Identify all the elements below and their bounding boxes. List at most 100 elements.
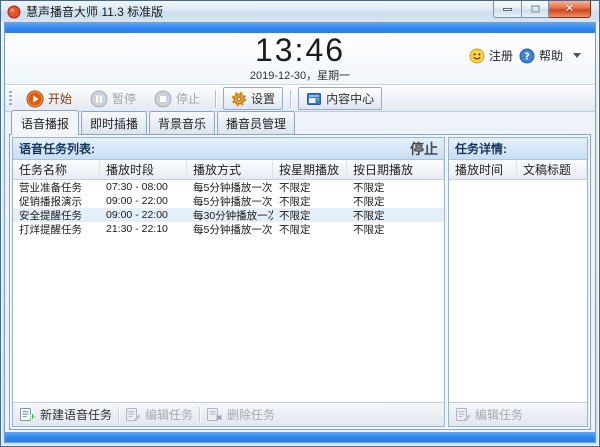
detail-edit-task-icon [455, 407, 471, 423]
playback-status: 停止 [410, 139, 438, 159]
cell-play-period: 21:30 - 22:10 [100, 223, 187, 235]
stop-icon [154, 90, 172, 108]
main-toolbar: 开始 暂停 停止 [5, 85, 595, 112]
help-label: 帮助 [539, 47, 563, 64]
chevron-down-icon[interactable] [573, 53, 581, 58]
new-voice-task-label: 新建语音任务 [40, 406, 112, 423]
detail-table-header: 播放时间 文稿标题 [449, 160, 587, 180]
app-window: 慧声播音大师 11.3 标准版 ✕ 13:46 2019-12-30，星期一 [0, 0, 600, 447]
actions-separator-2 [199, 407, 200, 422]
column-header-play-time[interactable]: 播放时间 [449, 160, 517, 179]
close-icon: ✕ [565, 4, 574, 15]
pause-icon [90, 90, 108, 108]
tab-label: 即时插播 [90, 117, 138, 131]
column-header-by-week[interactable]: 按星期播放 [273, 160, 347, 179]
svg-text:?: ? [524, 51, 530, 62]
bottom-accent-bar [5, 432, 595, 442]
cell-by-date: 不限定 [347, 208, 444, 223]
task-list-title: 语音任务列表: [19, 140, 95, 157]
delete-task-button[interactable]: 删除任务 [206, 406, 275, 423]
tab-content: 语音任务列表: 停止 任务名称 播放时段 播放方式 按星期播放 按日期播放 营业… [9, 134, 591, 430]
tab-background-music[interactable]: 背景音乐 [149, 111, 215, 134]
register-button[interactable]: 注册 [469, 47, 513, 64]
window-controls: ✕ [493, 1, 591, 18]
window-body: 13:46 2019-12-30，星期一 注册 [4, 22, 596, 443]
table-row[interactable]: 打烊提醒任务 21:30 - 22:10 每5分钟播放一次 不限定 不限定 [13, 222, 444, 236]
titlebar[interactable]: 慧声播音大师 11.3 标准版 ✕ [1, 1, 599, 22]
cell-by-date: 不限定 [347, 194, 444, 209]
task-detail-panel: 任务详情: 播放时间 文稿标题 [448, 137, 588, 427]
tab-label: 语音播报 [21, 117, 69, 131]
table-row[interactable]: 营业准备任务 07:30 - 08:00 每5分钟播放一次 不限定 不限定 [13, 180, 444, 194]
clock-time: 13:46 [255, 34, 345, 66]
tab-voice-broadcast[interactable]: 语音播报 [11, 110, 79, 135]
content-center-button[interactable]: 内容中心 [298, 87, 382, 110]
toolbar-gripper[interactable] [9, 91, 12, 107]
account-area: 注册 ? 帮助 [469, 47, 581, 64]
clock-date: 2019-12-30，星期一 [250, 67, 350, 83]
help-button[interactable]: ? 帮助 [519, 47, 563, 64]
minimize-icon [503, 8, 512, 11]
column-header-task-name[interactable]: 任务名称 [13, 160, 100, 179]
new-voice-task-button[interactable]: 新建语音任务 [19, 406, 112, 423]
maximize-icon [531, 5, 540, 13]
task-table-header: 任务名称 播放时段 播放方式 按星期播放 按日期播放 [13, 160, 444, 180]
tab-label: 背景音乐 [158, 117, 206, 131]
actions-separator [118, 407, 119, 422]
column-header-play-period[interactable]: 播放时段 [100, 160, 187, 179]
settings-button[interactable]: 设置 [223, 87, 283, 110]
detail-empty-area [449, 180, 587, 402]
edit-task-button[interactable]: 编辑任务 [125, 406, 193, 423]
question-icon: ? [519, 48, 535, 64]
cell-play-mode: 每5分钟播放一次 [187, 180, 273, 195]
tab-instant-insert[interactable]: 即时插播 [81, 111, 147, 134]
cell-task-name: 促销播报演示 [13, 194, 100, 209]
minimize-button[interactable] [493, 1, 522, 18]
content-center-label: 内容中心 [326, 90, 374, 107]
start-label: 开始 [48, 90, 72, 107]
clock-panel: 13:46 2019-12-30，星期一 注册 [5, 33, 595, 85]
task-list-empty-area [13, 236, 444, 402]
cell-task-name: 营业准备任务 [13, 180, 100, 195]
stop-button[interactable]: 停止 [146, 87, 208, 111]
cell-play-period: 09:00 - 22:00 [100, 209, 187, 221]
tab-announcer-management[interactable]: 播音员管理 [217, 111, 295, 134]
delete-task-label: 删除任务 [227, 406, 275, 423]
pause-button[interactable]: 暂停 [82, 87, 144, 111]
cell-play-period: 09:00 - 22:00 [100, 195, 187, 207]
table-row[interactable]: 安全提醒任务 09:00 - 22:00 每30分钟播放一次 不限定 不限定 [13, 208, 444, 222]
detail-edit-task-button[interactable]: 编辑任务 [455, 406, 523, 423]
tab-label: 播音员管理 [226, 117, 286, 131]
cell-play-mode: 每30分钟播放一次 [187, 208, 273, 223]
task-detail-actions: 编辑任务 [449, 402, 587, 426]
column-header-by-date[interactable]: 按日期播放 [347, 160, 444, 179]
task-detail-title: 任务详情: [455, 140, 507, 157]
gear-icon [231, 91, 247, 107]
task-list-actions: 新建语音任务 编辑任务 [13, 402, 444, 426]
settings-label: 设置 [251, 90, 275, 107]
cell-by-week: 不限定 [273, 194, 347, 209]
task-rows: 营业准备任务 07:30 - 08:00 每5分钟播放一次 不限定 不限定 促销… [13, 180, 444, 236]
close-button[interactable]: ✕ [549, 1, 591, 18]
stop-label: 停止 [176, 90, 200, 107]
play-icon [26, 90, 44, 108]
maximize-button[interactable] [522, 1, 549, 18]
toolbar-separator [215, 90, 216, 108]
column-header-script-title[interactable]: 文稿标题 [517, 160, 587, 179]
table-row[interactable]: 促销播报演示 09:00 - 22:00 每5分钟播放一次 不限定 不限定 [13, 194, 444, 208]
pause-label: 暂停 [112, 90, 136, 107]
detail-edit-task-label: 编辑任务 [475, 406, 523, 423]
cell-by-week: 不限定 [273, 180, 347, 195]
toolbar-separator-2 [290, 90, 291, 108]
cell-task-name: 安全提醒任务 [13, 208, 100, 223]
cell-by-date: 不限定 [347, 180, 444, 195]
cell-play-mode: 每5分钟播放一次 [187, 194, 273, 209]
content-center-icon [306, 91, 322, 107]
task-list-panel: 语音任务列表: 停止 任务名称 播放时段 播放方式 按星期播放 按日期播放 营业… [12, 137, 445, 427]
start-button[interactable]: 开始 [18, 87, 80, 111]
register-label: 注册 [489, 47, 513, 64]
delete-task-icon [206, 407, 223, 423]
cell-task-name: 打烊提醒任务 [13, 222, 100, 237]
column-header-play-mode[interactable]: 播放方式 [187, 160, 273, 179]
edit-task-icon [125, 407, 141, 423]
